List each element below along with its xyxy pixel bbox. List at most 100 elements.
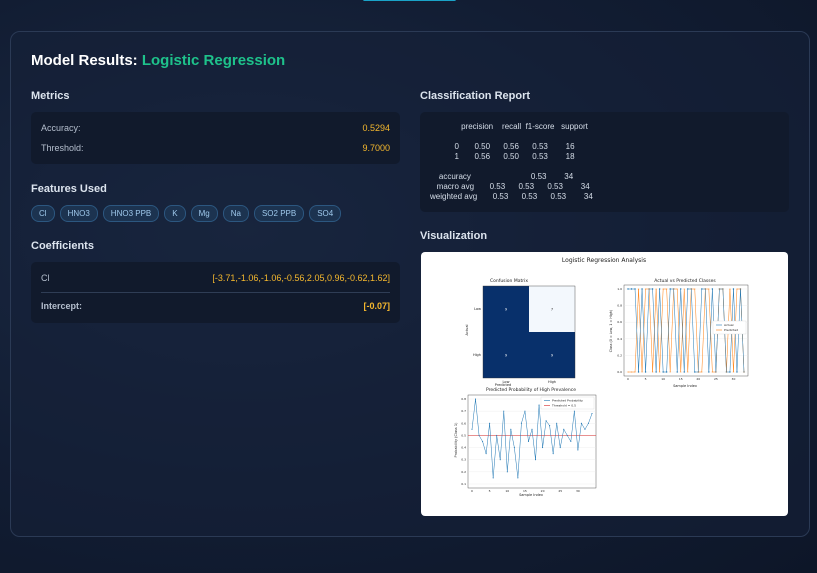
confusion-cell-label: 9 (551, 354, 553, 358)
prob-point (503, 410, 505, 412)
metrics-heading: Metrics (31, 90, 70, 102)
prob-point (513, 447, 515, 449)
metric-value: 9.7000 (362, 143, 390, 153)
prob-y-tick: 0.2 (461, 470, 466, 474)
prob-point (538, 404, 540, 406)
avp-actual-point (662, 371, 664, 373)
prob-point (482, 440, 484, 443)
prob-y-tick: 0.8 (461, 397, 466, 401)
avp-x-tick: 20 (696, 377, 700, 381)
features-heading: Features Used (31, 183, 107, 195)
avp-actual-point (651, 288, 654, 290)
avp-y-tick: 0.8 (617, 304, 622, 308)
confusion-title: Confusion Matrix (490, 278, 528, 284)
feature-chip: Mg (190, 205, 218, 222)
confusion-cell-label: 9 (505, 354, 507, 358)
avp-actual-point (644, 371, 647, 373)
prob-y-tick: 0.5 (461, 433, 466, 437)
avp-actual-point (637, 371, 640, 373)
prob-point (591, 413, 593, 415)
prob-point (531, 428, 533, 430)
prob-point (573, 410, 575, 412)
intercept-label: Intercept: (41, 301, 83, 311)
prob-point (549, 425, 551, 427)
confusion-y-tick: High (473, 353, 481, 357)
avp-actual-point (627, 288, 629, 290)
avp-xlabel: Sample Index (673, 384, 697, 388)
prob-point (566, 434, 568, 436)
avp-x-tick: 30 (732, 377, 736, 381)
prob-point (489, 422, 491, 424)
prob-point (499, 459, 501, 461)
coefficient-row-intercept: Intercept: [-0.07] (41, 301, 390, 311)
top-tab-indicator[interactable] (363, 0, 456, 1)
coefficient-divider (41, 292, 390, 293)
report-box: precision recall f1-score support 0 0.50… (420, 112, 789, 212)
prob-point (506, 471, 508, 473)
prob-point (580, 422, 582, 424)
coefficient-row-cl: Cl [-3.71,-1.06,-1.06,-0.56,2.05,0.96,-0… (41, 273, 390, 283)
avp-actual-point (701, 288, 703, 290)
probability-chart: 0.10.20.30.40.50.60.70.80 5 10 15 20 25 30Pred… (461, 394, 597, 493)
prob-x-tick: 30 (576, 489, 580, 493)
prob-y-tick: 0.7 (461, 409, 466, 413)
prob-point (563, 428, 565, 430)
avp-y-tick: 1.0 (617, 287, 622, 291)
prob-point (478, 434, 480, 436)
prob-point (559, 447, 561, 449)
avp-actual-point (655, 371, 657, 373)
avp-actual-point (711, 288, 714, 290)
metric-label: Threshold: (41, 143, 84, 153)
prob-point (485, 453, 487, 455)
visualization-heading: Visualization (420, 230, 488, 242)
prob-point (474, 398, 477, 400)
prob-y-tick: 0.3 (461, 458, 466, 462)
avp-title: Actual vs Predicted Classes (654, 278, 716, 284)
avp-actual-point (630, 288, 633, 290)
confusion-ylabel: Actual (465, 324, 469, 335)
prob-point (496, 434, 498, 436)
metric-label: Accuracy: (41, 123, 81, 133)
title-prefix: Model Results: (31, 52, 138, 69)
prob-point (552, 453, 554, 455)
avp-actual-point (736, 371, 738, 373)
prob-point (517, 477, 519, 479)
model-name: Logistic Regression (141, 52, 286, 69)
confusion-cell-label: 9 (505, 308, 507, 312)
prob-point (510, 428, 512, 430)
prob-y-tick: 0.1 (461, 482, 466, 486)
feature-chip: K (164, 205, 186, 222)
prob-point (542, 447, 544, 449)
confusion-cell-label: 7 (551, 308, 553, 312)
prob-title: Predicted Probability of High Prevalence (486, 387, 576, 393)
results-panel: Model Results: Logistic Regression Metri… (10, 31, 810, 537)
feature-chip: Cl (31, 205, 55, 222)
prob-point (570, 440, 572, 443)
avp-actual-point (665, 371, 668, 373)
report-heading: Classification Report (420, 90, 531, 102)
analysis-figure: Logistic Regression Analysis Confusion M… (454, 257, 749, 497)
prob-point (527, 440, 530, 443)
metric-row-threshold: Threshold: 9.7000 (41, 143, 390, 153)
coefficients-box: Cl [-3.71,-1.06,-1.06,-0.56,2.05,0.96,-0… (31, 262, 400, 323)
prob-point (492, 477, 494, 479)
coefficient-label: Cl (41, 273, 50, 283)
prob-y-tick: 0.6 (461, 421, 466, 425)
prob-x-tick: 10 (505, 489, 509, 493)
feature-chip-list: Cl HNO3 HNO3 PPB K Mg Na SO2 PPB SO4 (31, 205, 342, 222)
avp-actual-point (634, 288, 636, 290)
prob-point (471, 428, 473, 430)
visualization-image: Logistic Regression Analysis Confusion M… (421, 252, 788, 516)
metric-value: 0.5294 (362, 123, 390, 133)
feature-chip: SO4 (309, 205, 342, 222)
metric-row-accuracy: Accuracy: 0.5294 (41, 123, 390, 133)
avp-y-tick: 0.0 (617, 370, 622, 374)
feature-chip: HNO3 (59, 205, 98, 222)
prob-xlabel: Sample Index (519, 493, 543, 497)
prob-point (587, 422, 590, 424)
prob-point (545, 420, 547, 422)
prob-point (524, 410, 526, 412)
avp-actual-point (729, 371, 731, 373)
avp-actual-point (683, 371, 685, 373)
avp-actual-point (680, 288, 682, 290)
